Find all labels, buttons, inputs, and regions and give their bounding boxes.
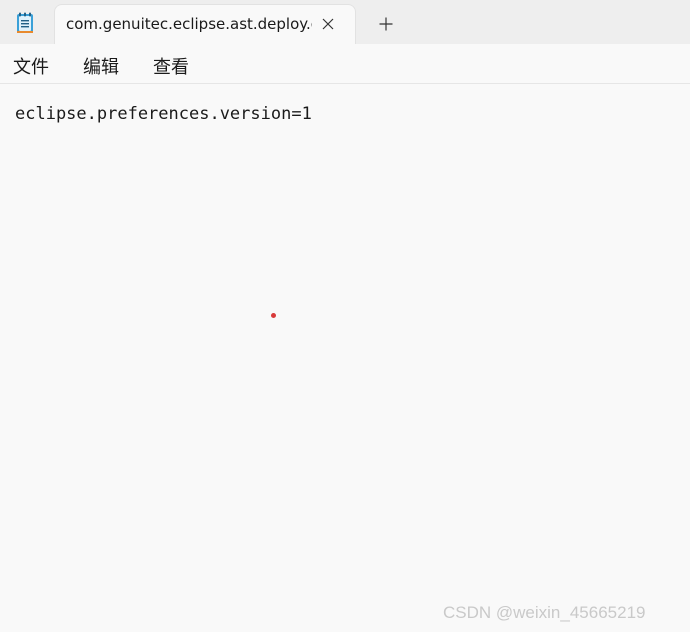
title-bar: com.genuitec.eclipse.ast.deploy.co — [0, 0, 690, 44]
text-editor[interactable]: eclipse.preferences.version=1 — [0, 85, 690, 632]
close-icon[interactable] — [317, 13, 339, 35]
editor-content[interactable]: eclipse.preferences.version=1 — [15, 104, 312, 124]
mouse-pointer-marker — [271, 313, 276, 318]
menu-file[interactable]: 文件 — [13, 53, 49, 79]
notepad-icon — [16, 12, 34, 34]
tab-document[interactable]: com.genuitec.eclipse.ast.deploy.co — [54, 4, 356, 44]
menu-bar: 文件 编辑 查看 — [0, 44, 690, 84]
menu-edit[interactable]: 编辑 — [83, 53, 119, 79]
tab-title: com.genuitec.eclipse.ast.deploy.co — [66, 15, 312, 33]
menu-view[interactable]: 查看 — [153, 53, 189, 79]
watermark: CSDN @weixin_45665219 — [443, 603, 646, 622]
plus-icon[interactable] — [374, 12, 398, 36]
